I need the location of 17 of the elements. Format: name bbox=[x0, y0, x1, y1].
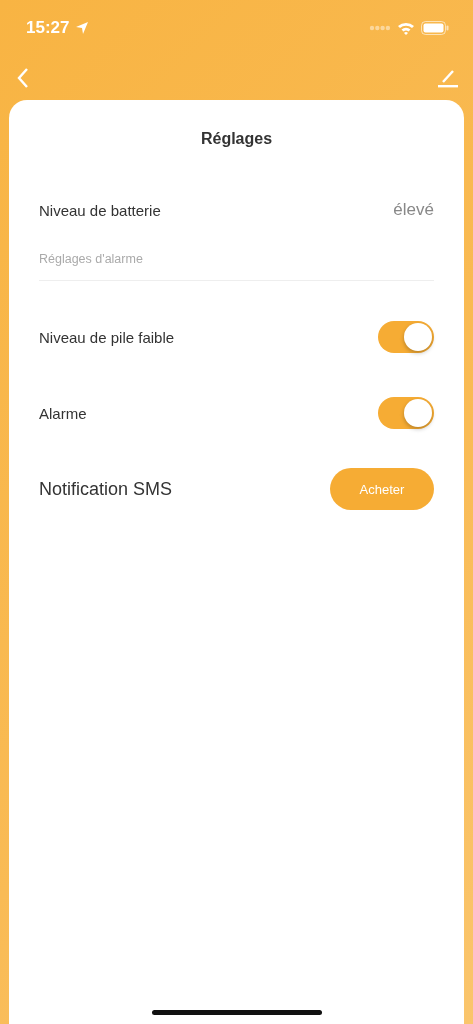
toggle-switch[interactable] bbox=[378, 321, 434, 353]
card-title: Réglages bbox=[199, 130, 274, 148]
status-time: 15:27 bbox=[26, 18, 70, 38]
setting-label: Notification SMS bbox=[39, 478, 173, 500]
setting-label: Niveau de batterie bbox=[39, 201, 161, 219]
back-icon[interactable] bbox=[16, 67, 30, 89]
setting-label: Niveau de pile faible bbox=[39, 328, 175, 346]
signal-icon bbox=[369, 25, 391, 31]
location-icon bbox=[75, 21, 90, 35]
setting-value: élevé bbox=[393, 200, 434, 220]
setting-label: Alarme bbox=[39, 404, 87, 422]
section-header: Réglages d'alarme bbox=[39, 234, 434, 281]
buy-button[interactable]: Acheter bbox=[330, 468, 434, 510]
toggle-switch[interactable] bbox=[378, 397, 434, 429]
wifi-icon bbox=[397, 21, 415, 35]
edit-icon[interactable] bbox=[437, 68, 459, 88]
battery-icon bbox=[421, 21, 449, 35]
